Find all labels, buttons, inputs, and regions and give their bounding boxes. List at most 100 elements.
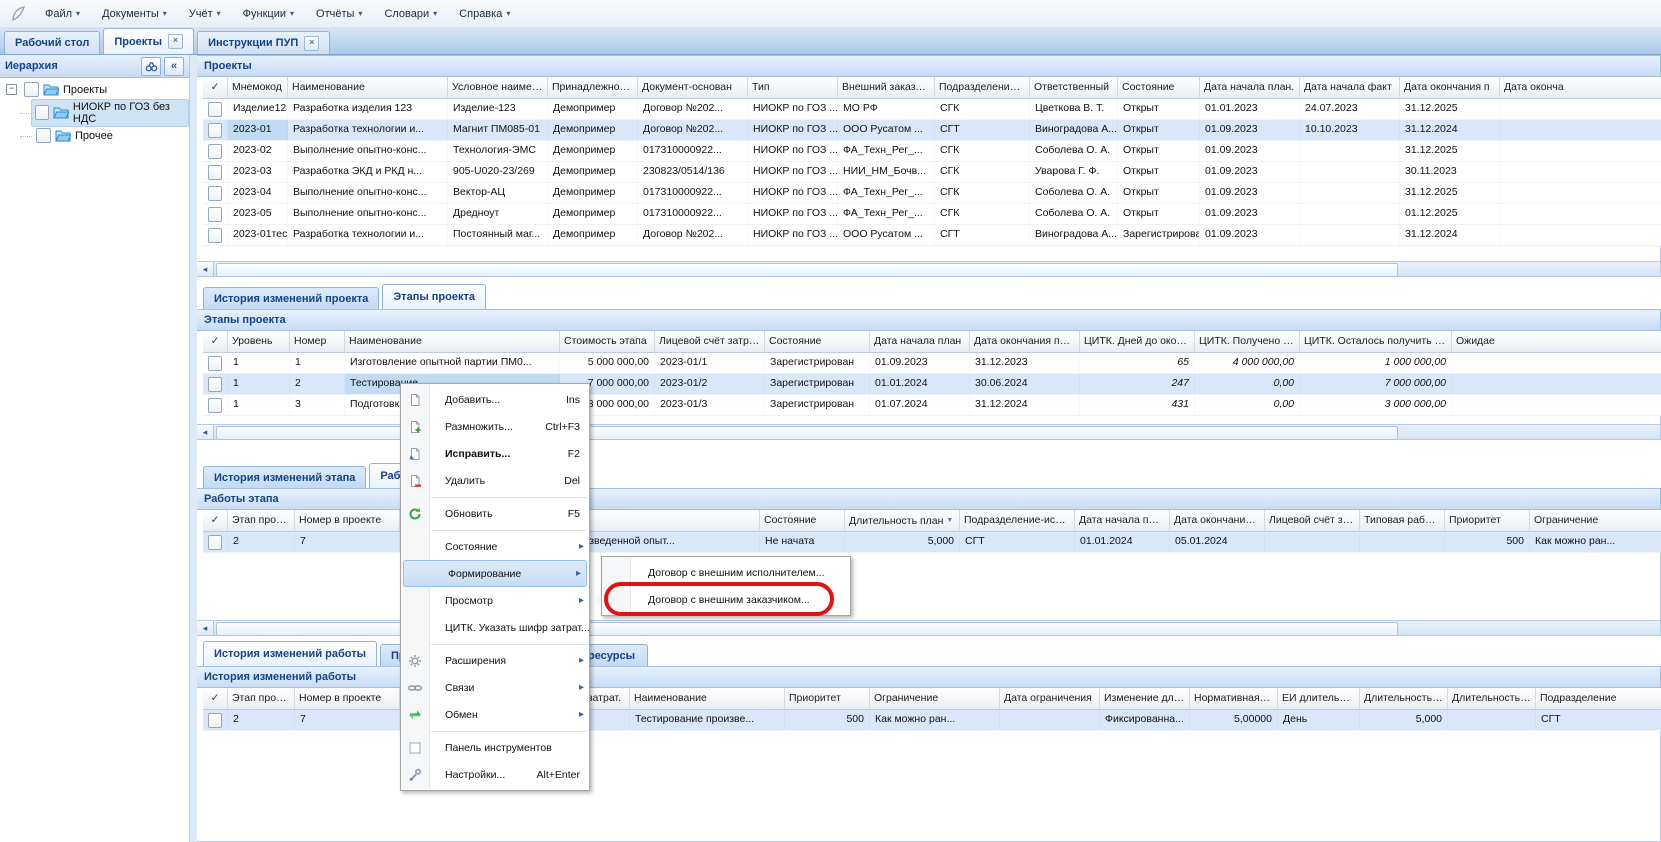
row-checkbox[interactable] xyxy=(208,186,222,201)
column-header[interactable]: Номер в проекте xyxy=(295,510,400,532)
context-menu-item[interactable]: Настройки...Alt+Enter xyxy=(401,761,589,788)
menubar-item-отчёты[interactable]: Отчёты▾ xyxy=(305,1,373,26)
menubar-item-документы[interactable]: Документы▾ xyxy=(91,1,178,26)
context-menu-item[interactable]: Просмотр▸ xyxy=(401,587,589,614)
row-checkbox[interactable] xyxy=(208,207,222,222)
detail-tab[interactable]: История изменений этапа xyxy=(203,466,366,488)
table-row[interactable]: Изделие123Разработка изделия 123Изделие-… xyxy=(203,99,1661,120)
column-header[interactable]: Подразделение-исполнитель.. xyxy=(960,510,1075,532)
tree-checkbox[interactable] xyxy=(36,128,51,143)
column-header[interactable]: Ответственный xyxy=(1030,77,1118,99)
menubar-item-файл[interactable]: Файл▾ xyxy=(34,1,91,26)
column-header[interactable]: Дата начала факт xyxy=(1300,77,1400,99)
column-header[interactable]: Изменение длител xyxy=(1100,688,1190,710)
select-all-header[interactable]: ✓ xyxy=(203,77,228,99)
column-header[interactable]: Принадлежность xyxy=(548,77,638,99)
column-header[interactable]: Приоритет xyxy=(785,688,870,710)
context-menu-item[interactable]: Формирование▸ xyxy=(403,560,587,587)
scroll-left-icon[interactable]: ◂ xyxy=(197,425,214,439)
workspace-tab[interactable]: Инструкции ПУП× xyxy=(197,31,330,54)
row-checkbox[interactable] xyxy=(208,535,222,550)
scroll-thumb[interactable] xyxy=(216,263,1398,277)
column-header[interactable]: Длительность фак xyxy=(1448,688,1536,710)
context-menu-item[interactable]: Панель инструментов xyxy=(401,734,589,761)
scroll-left-icon[interactable]: ◂ xyxy=(197,621,214,635)
context-menu-item[interactable]: Размножить...Ctrl+F3 xyxy=(401,413,589,440)
row-checkbox[interactable] xyxy=(208,228,222,243)
tree-checkbox[interactable] xyxy=(24,82,39,97)
column-header[interactable]: Дата начала план. xyxy=(1200,77,1300,99)
menubar-item-учёт[interactable]: Учёт▾ xyxy=(178,1,232,26)
close-tab-icon[interactable]: × xyxy=(304,36,319,51)
row-checkbox[interactable] xyxy=(208,398,222,413)
scroll-thumb[interactable] xyxy=(216,426,1398,440)
row-checkbox[interactable] xyxy=(208,713,222,728)
column-header[interactable]: Дата окончания п xyxy=(1400,77,1500,99)
find-button[interactable] xyxy=(141,57,161,76)
context-menu-item[interactable]: ОбновитьF5 xyxy=(401,500,589,527)
tree-item[interactable]: Прочее xyxy=(0,124,189,147)
table-row[interactable]: 11Изготовление опытной партии ПМ0...5 00… xyxy=(203,353,1661,374)
column-header[interactable]: Ожидае xyxy=(1452,331,1661,353)
column-header[interactable]: Документ-основан xyxy=(638,77,748,99)
column-header[interactable]: Лицевой счёт затр xyxy=(1265,510,1360,532)
row-checkbox[interactable] xyxy=(208,102,222,117)
column-header[interactable]: Подразделение xyxy=(1536,688,1661,710)
column-header[interactable]: Уровень xyxy=(228,331,290,353)
tree-collapse-icon[interactable]: − xyxy=(6,84,17,95)
column-header[interactable]: Мнемокод xyxy=(228,77,288,99)
row-checkbox[interactable] xyxy=(208,144,222,159)
column-header[interactable]: Типовая работа xyxy=(1360,510,1445,532)
menubar-item-функции[interactable]: Функции▾ xyxy=(232,1,305,26)
row-checkbox[interactable] xyxy=(208,165,222,180)
column-header[interactable]: Стоимость этапа xyxy=(560,331,655,353)
select-all-header[interactable]: ✓ xyxy=(203,510,228,532)
column-header[interactable]: ЦИТК. Дней до окончания xyxy=(1080,331,1195,353)
projects-hscrollbar[interactable]: ◂ xyxy=(197,261,1661,277)
select-all-header[interactable]: ✓ xyxy=(203,688,228,710)
column-header[interactable]: Состояние xyxy=(765,331,870,353)
scroll-thumb[interactable] xyxy=(216,622,1398,636)
column-header[interactable]: Номер в проекте xyxy=(295,688,400,710)
column-header[interactable]: Приоритет xyxy=(1445,510,1530,532)
column-header[interactable]: ЕИ длительности xyxy=(1278,688,1360,710)
row-checkbox[interactable] xyxy=(208,123,222,138)
column-header[interactable]: Дата начала план. xyxy=(1075,510,1170,532)
column-header[interactable]: Наименование xyxy=(288,77,448,99)
detail-tab[interactable]: Этапы проекта xyxy=(382,284,486,309)
panel-splitter[interactable] xyxy=(190,55,197,842)
table-row[interactable]: 2023-01тестРазработка технологии и...Пос… xyxy=(203,225,1661,246)
detail-tab[interactable]: История изменений проекта xyxy=(203,287,379,309)
column-header[interactable]: Этап проекта xyxy=(228,688,295,710)
tree-checkbox[interactable] xyxy=(35,105,49,120)
column-header[interactable]: Дата окончания план xyxy=(1170,510,1265,532)
column-header[interactable]: Дата начала план xyxy=(870,331,970,353)
menubar-item-справка[interactable]: Справка▾ xyxy=(448,1,521,26)
column-header[interactable]: Наименование xyxy=(345,331,560,353)
table-row[interactable]: 2023-01Разработка технологии и...Магнит … xyxy=(203,120,1661,141)
row-checkbox[interactable] xyxy=(208,377,222,392)
context-menu-item[interactable]: Обмен▸ xyxy=(401,701,589,728)
column-header[interactable]: ЦИТК. Получено д/с xyxy=(1195,331,1300,353)
context-menu-item[interactable]: Исправить...F2 xyxy=(401,440,589,467)
context-menu-item[interactable]: Добавить...Ins xyxy=(401,386,589,413)
table-row[interactable]: 2023-04Выполнение опытно-конс...Вектор-А… xyxy=(203,183,1661,204)
column-header[interactable]: Состояние xyxy=(1118,77,1200,99)
context-menu-item[interactable]: Связи▸ xyxy=(401,674,589,701)
column-header[interactable]: Нормативная длит xyxy=(1190,688,1278,710)
column-header[interactable]: ЦИТК. Осталось получить д/с xyxy=(1300,331,1452,353)
column-header[interactable]: Дата окончания план xyxy=(970,331,1080,353)
column-header[interactable]: Тип xyxy=(748,77,838,99)
table-row[interactable]: 2023-05Выполнение опытно-конс...Дредноут… xyxy=(203,204,1661,225)
column-header[interactable]: Длительность пла xyxy=(1360,688,1448,710)
table-row[interactable]: 2023-03Разработка ЭКД и РКД н...905-U020… xyxy=(203,162,1661,183)
select-all-header[interactable]: ✓ xyxy=(203,331,228,353)
collapse-panel-button[interactable]: « xyxy=(164,57,184,76)
column-header[interactable]: Ограничение xyxy=(1530,510,1661,532)
context-menu-item[interactable]: Расширения▸ xyxy=(401,647,589,674)
workspace-tab[interactable]: Проекты× xyxy=(103,28,194,54)
column-header[interactable]: Наименование xyxy=(630,688,785,710)
column-header[interactable]: Этап проекта xyxy=(228,510,295,532)
context-menu-item[interactable]: УдалитьDel xyxy=(401,467,589,494)
column-header[interactable]: Дата оконча xyxy=(1500,77,1661,99)
